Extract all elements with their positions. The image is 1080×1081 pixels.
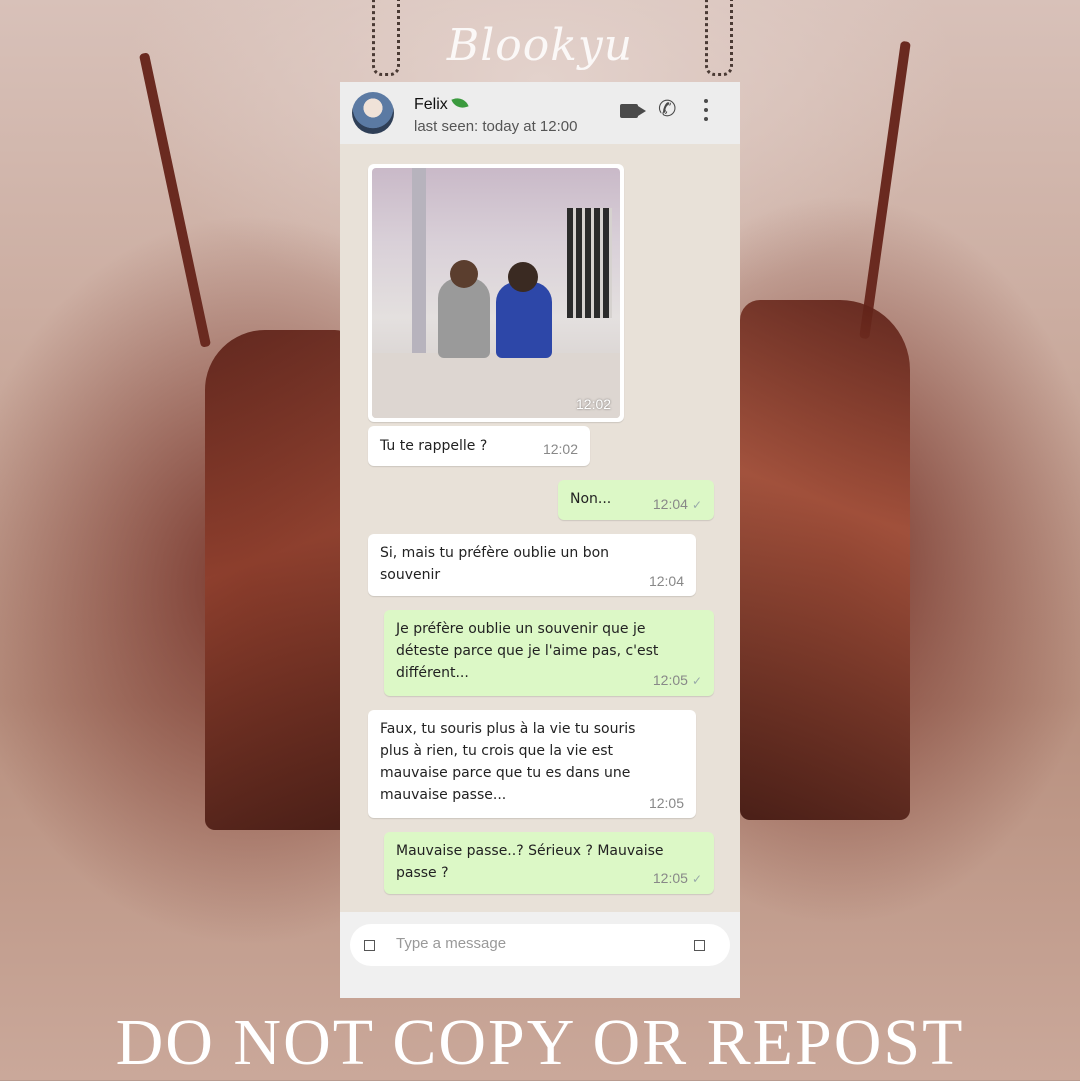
phone-icon[interactable]: ✆ [658, 98, 676, 120]
dress-fabric-right [740, 300, 910, 820]
check-icon: ✓ [691, 872, 702, 886]
message-text: Tu te rappelle ? [380, 438, 488, 454]
message-text: Mauvaise passe..? Sérieux ? Mauvaise pas… [396, 843, 664, 881]
shared-photo[interactable] [372, 168, 620, 418]
leaf-icon [451, 94, 469, 112]
message-time: 12:02 [542, 441, 578, 457]
message-input[interactable]: Type a message [350, 924, 730, 966]
message-time: 12:05 ✓ [653, 669, 702, 692]
avatar[interactable] [352, 92, 394, 134]
contact-name[interactable]: Felix [414, 96, 448, 114]
image-message[interactable]: 12:02 [368, 164, 624, 422]
message-text: Faux, tu souris plus à la vie tu souris … [380, 721, 636, 803]
message-time: 12:04 ✓ [653, 493, 702, 516]
more-vert-icon[interactable] [704, 99, 708, 121]
copyright-notice: DO NOT COPY OR REPOST [115, 1006, 965, 1079]
emoji-icon[interactable] [364, 940, 375, 951]
message-text: Si, mais tu préfère oublie un bon souven… [380, 545, 610, 583]
message-time: 12:05 ✓ [653, 867, 702, 890]
message-text: Je préfère oublie un souvenir que je dét… [396, 621, 659, 681]
message-bubble-in[interactable]: Si, mais tu préfère oublie un bon souven… [368, 534, 696, 596]
message-list[interactable]: 12:02 Tu te rappelle ? 12:02 Non... 12:0… [340, 144, 740, 912]
message-time: 12:02 [576, 396, 612, 412]
dress-fabric-left [205, 330, 355, 830]
message-bubble-out[interactable]: Non... 12:04 ✓ [558, 480, 714, 520]
chat-window: Felix last seen: today at 12:00 ✆ 12:02 … [340, 82, 740, 998]
check-icon: ✓ [691, 498, 702, 512]
check-icon: ✓ [691, 674, 702, 688]
message-text: Non... [570, 491, 612, 507]
message-time: 12:05 [648, 795, 684, 811]
composer-bar: Type a message [340, 912, 740, 998]
message-bubble-out[interactable]: Mauvaise passe..? Sérieux ? Mauvaise pas… [384, 832, 714, 894]
message-bubble-in[interactable]: Faux, tu souris plus à la vie tu souris … [368, 710, 696, 818]
last-seen-status: last seen: today at 12:00 [414, 118, 578, 135]
message-input-placeholder[interactable]: Type a message [396, 935, 506, 952]
video-call-icon[interactable] [620, 104, 646, 118]
message-time: 12:04 [648, 573, 684, 589]
message-bubble-in[interactable]: Tu te rappelle ? 12:02 [368, 426, 590, 466]
watermark: Blookyu [446, 20, 634, 71]
chat-header: Felix last seen: today at 12:00 ✆ [340, 82, 740, 145]
attach-icon[interactable] [694, 940, 705, 951]
message-bubble-out[interactable]: Je préfère oublie un souvenir que je dét… [384, 610, 714, 696]
